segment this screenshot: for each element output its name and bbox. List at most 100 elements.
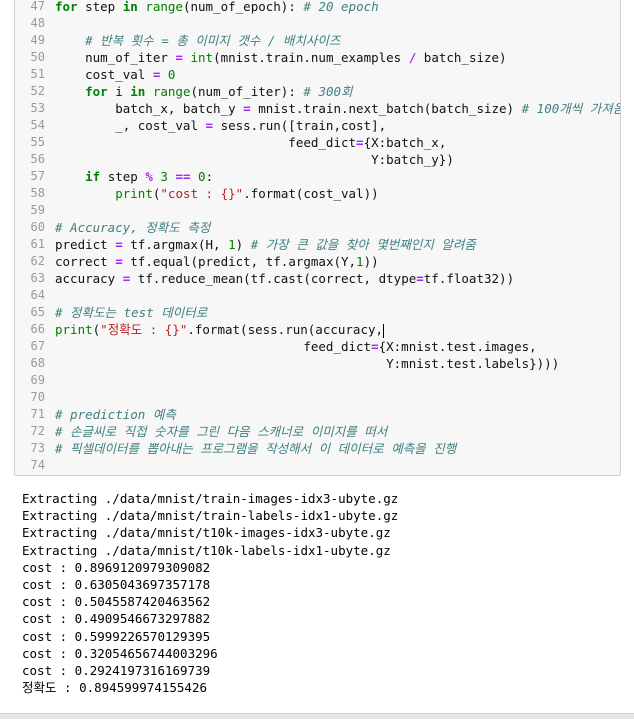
code-token: in: [122, 0, 138, 14]
code-token: feed_dict: [55, 339, 372, 354]
code-line[interactable]: 62 correct = tf.equal(predict, tf.argmax(…: [15, 253, 620, 270]
code-token: # 300회: [303, 84, 353, 99]
code-text: feed_dict={X:mnist.test.images,: [55, 338, 537, 355]
code-line[interactable]: 63 accuracy = tf.reduce_mean(tf.cast(corr…: [15, 270, 620, 287]
code-line[interactable]: 60 # Accuracy, 정확도 측정: [15, 219, 620, 236]
code-token: # prediction 예측: [55, 407, 176, 422]
code-line[interactable]: 74: [15, 457, 620, 474]
line-number: 65: [30, 305, 45, 319]
code-token: feed_dict: [55, 135, 357, 150]
code-line[interactable]: 68 Y:mnist.test.labels}))): [15, 355, 620, 372]
output-line: cost : 0.2924197316169739: [22, 662, 211, 678]
line-number: 64: [30, 288, 45, 302]
code-line[interactable]: 58 print("cost : {}".format(cost_val)): [15, 185, 620, 202]
code-token: # 손글씨로 직접 숫자를 그린 다음 스캐너로 이미지를 떠서: [55, 424, 388, 439]
code-line[interactable]: 59: [15, 202, 620, 219]
code-token: i: [107, 84, 131, 99]
code-token: 1: [356, 254, 364, 269]
code-text: print("cost : {}".format(cost_val)): [55, 185, 378, 202]
code-token: accuracy: [55, 271, 123, 286]
line-number: 55: [30, 135, 45, 149]
code-line[interactable]: 56 Y:batch_y}): [15, 151, 620, 168]
code-token: =: [243, 101, 251, 116]
code-token: # 픽셀데이터를 뽑아내는 프로그램을 작성해서 이 데이터로 예측을 진행: [55, 441, 457, 456]
line-number: 54: [30, 118, 45, 132]
code-line[interactable]: 71 # prediction 예측: [15, 406, 620, 423]
code-line[interactable]: 48: [15, 15, 620, 32]
code-line[interactable]: 64: [15, 287, 620, 304]
code-line[interactable]: 52 for i in range(num_of_iter): # 300회: [15, 83, 620, 100]
code-token: .format(sess.run(accuracy,: [187, 322, 384, 337]
code-token: {X:mnist.test.images,: [378, 339, 537, 354]
code-line[interactable]: 66 print("정확도 : {}".format(sess.run(accur…: [15, 321, 620, 338]
code-token: # 정확도는 test 데이터로: [55, 305, 208, 320]
line-number: 66: [30, 322, 45, 336]
output-line: Extracting ./data/mnist/train-images-idx…: [22, 491, 399, 506]
code-text: print("정확도 : {}".format(sess.run(accurac…: [55, 321, 385, 338]
code-line[interactable]: 53 batch_x, batch_y = mnist.train.next_b…: [15, 100, 620, 117]
code-text: # Accuracy, 정확도 측정: [55, 219, 210, 236]
line-number: 48: [30, 16, 45, 30]
output-line: cost : 0.5999226570129395: [22, 628, 211, 644]
output-line: Extracting ./data/mnist/train-labels-idx…: [22, 508, 399, 524]
code-text: correct = tf.equal(predict, tf.argmax(Y,…: [55, 253, 379, 270]
line-number: 58: [30, 186, 45, 200]
code-line[interactable]: 72 # 손글씨로 직접 숫자를 그린 다음 스캐너로 이미지를 떠서: [15, 423, 620, 440]
code-line[interactable]: 47 for step in range(num_of_epoch): # 20 …: [15, 0, 620, 15]
code-token: # 100개씩 가져옴: [521, 101, 621, 116]
code-token: =: [205, 118, 214, 133]
code-token: cost_val: [55, 67, 153, 82]
output-line: Extracting ./data/mnist/t10k-images-idx3…: [22, 525, 391, 541]
code-text: # 손글씨로 직접 숫자를 그린 다음 스캐너로 이미지를 떠서: [55, 423, 387, 440]
code-line[interactable]: 67 feed_dict={X:mnist.test.images,: [15, 338, 620, 355]
code-token: {X:batch_x,: [363, 135, 447, 150]
code-token: range: [145, 0, 183, 14]
line-number: 61: [30, 237, 45, 251]
code-line[interactable]: 70: [15, 389, 620, 406]
code-text: # prediction 예측: [55, 406, 176, 423]
code-text: for step in range(num_of_epoch): # 20 ep…: [55, 0, 379, 15]
line-number: 47: [30, 0, 45, 13]
next-cell-edge: [0, 713, 634, 719]
code-line[interactable]: 49 # 반복 횟수 = 총 이미지 갯수 / 배치사이즈: [15, 32, 620, 49]
code-line[interactable]: 73 # 픽셀데이터를 뽑아내는 프로그램을 작성해서 이 데이터로 예측을 진행: [15, 440, 620, 457]
output-line: cost : 0.6305043697357178: [22, 576, 211, 592]
line-number: 59: [30, 203, 45, 217]
code-line[interactable]: 55 feed_dict={X:batch_x,: [15, 134, 620, 151]
code-text: num_of_iter = int(mnist.train.num_exampl…: [55, 49, 507, 66]
code-line[interactable]: 61 predict = tf.argmax(H, 1) # 가장 큰 값을 찾아…: [15, 236, 620, 253]
code-token: ): [235, 237, 251, 252]
code-text: batch_x, batch_y = mnist.train.next_batc…: [55, 100, 621, 117]
line-number: 60: [30, 220, 45, 234]
code-line[interactable]: 50 num_of_iter = int(mnist.train.num_exa…: [15, 49, 620, 66]
code-token: num_of_iter: [55, 50, 176, 65]
code-text: Y:mnist.test.labels}))): [55, 355, 559, 372]
output-line: cost : 0.5045587420463562: [22, 594, 211, 610]
output-line: Extracting ./data/mnist/t10k-labels-idx1…: [22, 542, 391, 558]
code-line[interactable]: 54 _, cost_val = sess.run([train,cost],: [15, 117, 620, 134]
code-token: ==: [175, 169, 191, 184]
code-token: for: [55, 0, 78, 14]
code-token: 1: [228, 237, 236, 252]
code-token: batch_x, batch_y: [55, 101, 244, 116]
code-token: batch_size): [416, 50, 507, 65]
line-number: 51: [30, 67, 45, 81]
code-token: _, cost_val: [55, 118, 206, 133]
code-line[interactable]: 57 if step % 3 == 0:: [15, 168, 620, 185]
line-number: 74: [30, 458, 45, 472]
code-token: 0: [198, 169, 206, 184]
code-line[interactable]: 69: [15, 372, 620, 389]
output-line: 정확도 : 0.894599974155426: [22, 680, 208, 696]
code-cell[interactable]: 47 for step in range(num_of_epoch): # 20 …: [14, 0, 621, 476]
code-line[interactable]: 65 # 정확도는 test 데이터로: [15, 304, 620, 321]
code-token: )): [363, 254, 379, 269]
code-line[interactable]: 51 cost_val = 0: [15, 66, 620, 83]
line-number: 71: [30, 407, 45, 421]
code-token: tf.argmax(H,: [122, 237, 229, 252]
code-token: print: [115, 186, 153, 201]
line-number: 52: [30, 84, 45, 98]
line-number: 63: [30, 271, 45, 285]
